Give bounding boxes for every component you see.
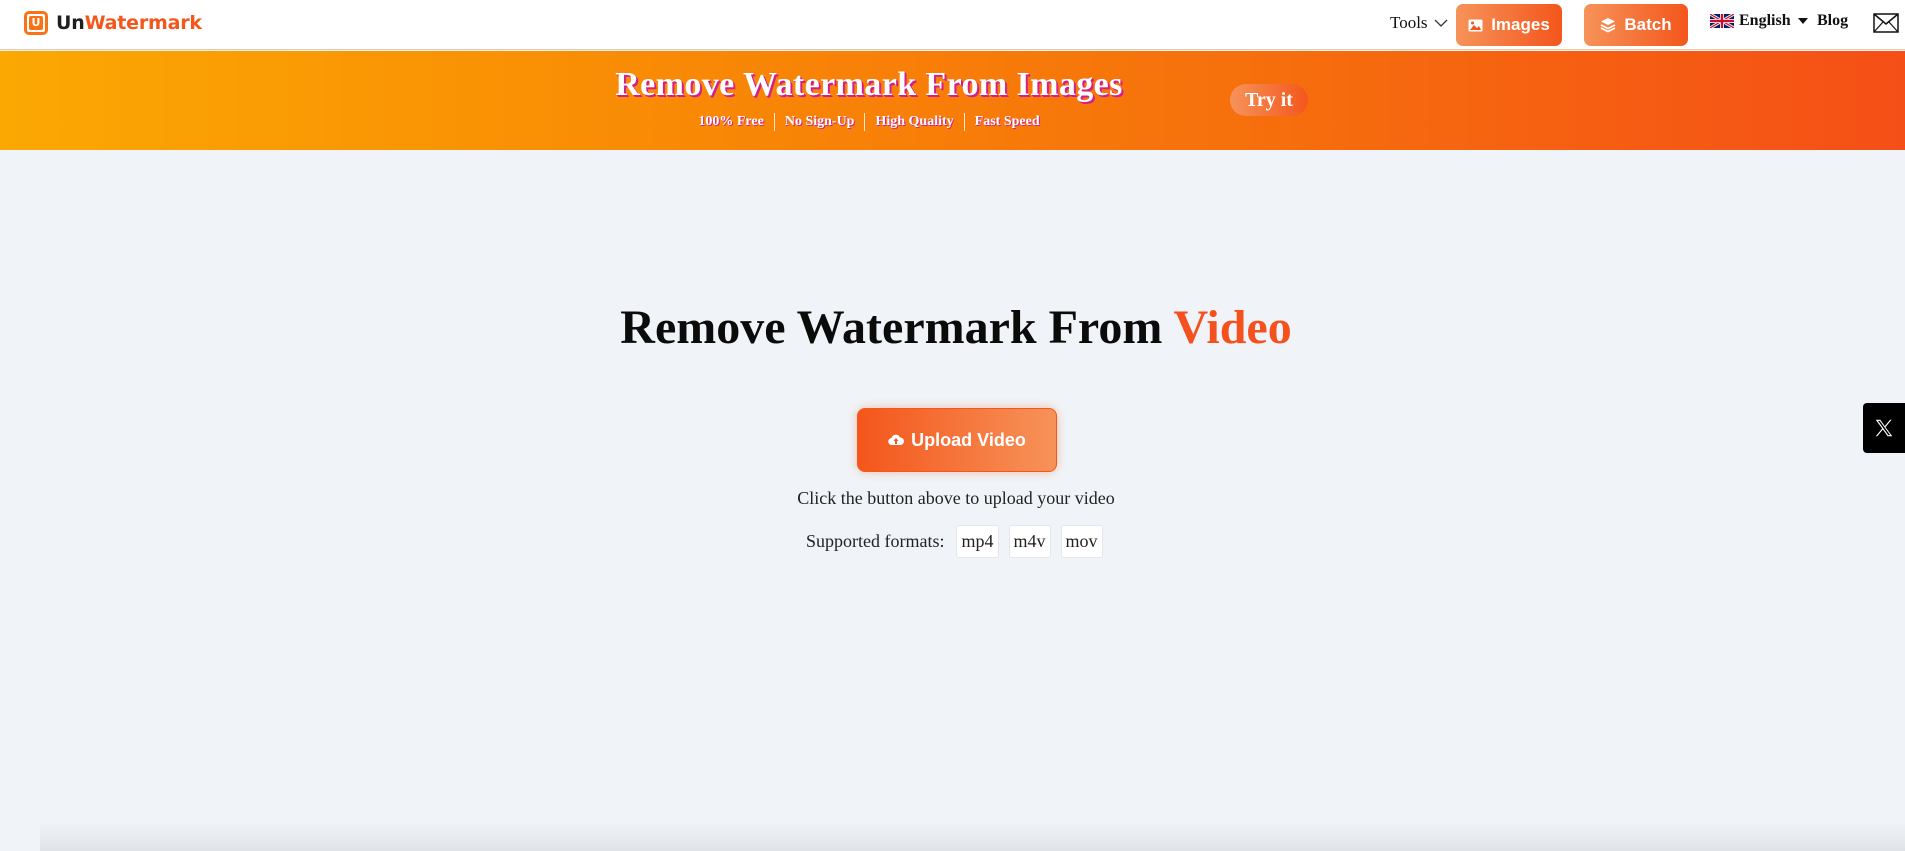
try-it-button[interactable]: Try it (1230, 84, 1308, 116)
top-navbar: U UnWatermark Tools Images Batch English… (0, 0, 1905, 50)
banner-feature: Fast Speed (974, 114, 1040, 129)
logo-text-suffix: Watermark (84, 12, 202, 34)
format-chip: mov (1060, 525, 1103, 558)
images-button[interactable]: Images (1456, 4, 1562, 46)
batch-label: Batch (1624, 15, 1672, 34)
logo-mark-letter: U (29, 16, 43, 30)
logo-text: UnWatermark (56, 12, 202, 34)
format-chip: mp4 (956, 525, 999, 558)
page-title: Remove Watermark From Video (0, 300, 1905, 355)
tools-label: Tools (1390, 13, 1428, 32)
chevron-down-icon (1434, 19, 1448, 27)
upload-video-label: Upload Video (911, 429, 1026, 450)
banner-feature: High Quality (875, 114, 954, 129)
banner-features: 100% Free No Sign-Up High Quality Fast S… (0, 113, 1738, 131)
logo-link[interactable]: U UnWatermark (24, 11, 202, 35)
logo-icon: U (24, 11, 48, 35)
formats-label: Supported formats: (806, 531, 945, 551)
layers-icon (1600, 18, 1616, 33)
upload-hint: Click the button above to upload your vi… (797, 488, 1115, 508)
banner-feature: 100% Free (698, 114, 764, 129)
batch-button[interactable]: Batch (1584, 4, 1688, 46)
x-logo-icon (1875, 419, 1893, 437)
format-chip: m4v (1008, 525, 1051, 558)
banner-feature: No Sign-Up (784, 114, 855, 129)
caret-down-icon (1797, 18, 1808, 24)
language-selector[interactable]: English (1710, 12, 1808, 30)
banner-title: Remove Watermark From Images (615, 66, 1123, 103)
supported-formats: Supported formats: mp4 m4v mov (806, 525, 1113, 558)
image-icon (1468, 19, 1483, 31)
blog-link[interactable]: Blog (1817, 12, 1848, 30)
cloud-upload-icon (888, 434, 905, 446)
footer-shadow (40, 821, 1905, 851)
images-label: Images (1491, 15, 1550, 34)
promo-banner[interactable]: Remove Watermark From Images 100% Free N… (0, 51, 1905, 150)
logo-text-prefix: Un (56, 12, 85, 34)
upload-video-button[interactable]: Upload Video (857, 408, 1057, 472)
page-title-accent: Video (1173, 301, 1292, 354)
page-title-prefix: Remove Watermark From (620, 301, 1174, 354)
x-share-button[interactable] (1863, 403, 1905, 453)
tools-menu[interactable]: Tools (1390, 13, 1448, 33)
language-label: English (1739, 12, 1791, 29)
mail-icon[interactable] (1873, 13, 1899, 33)
uk-flag-icon (1710, 14, 1734, 28)
